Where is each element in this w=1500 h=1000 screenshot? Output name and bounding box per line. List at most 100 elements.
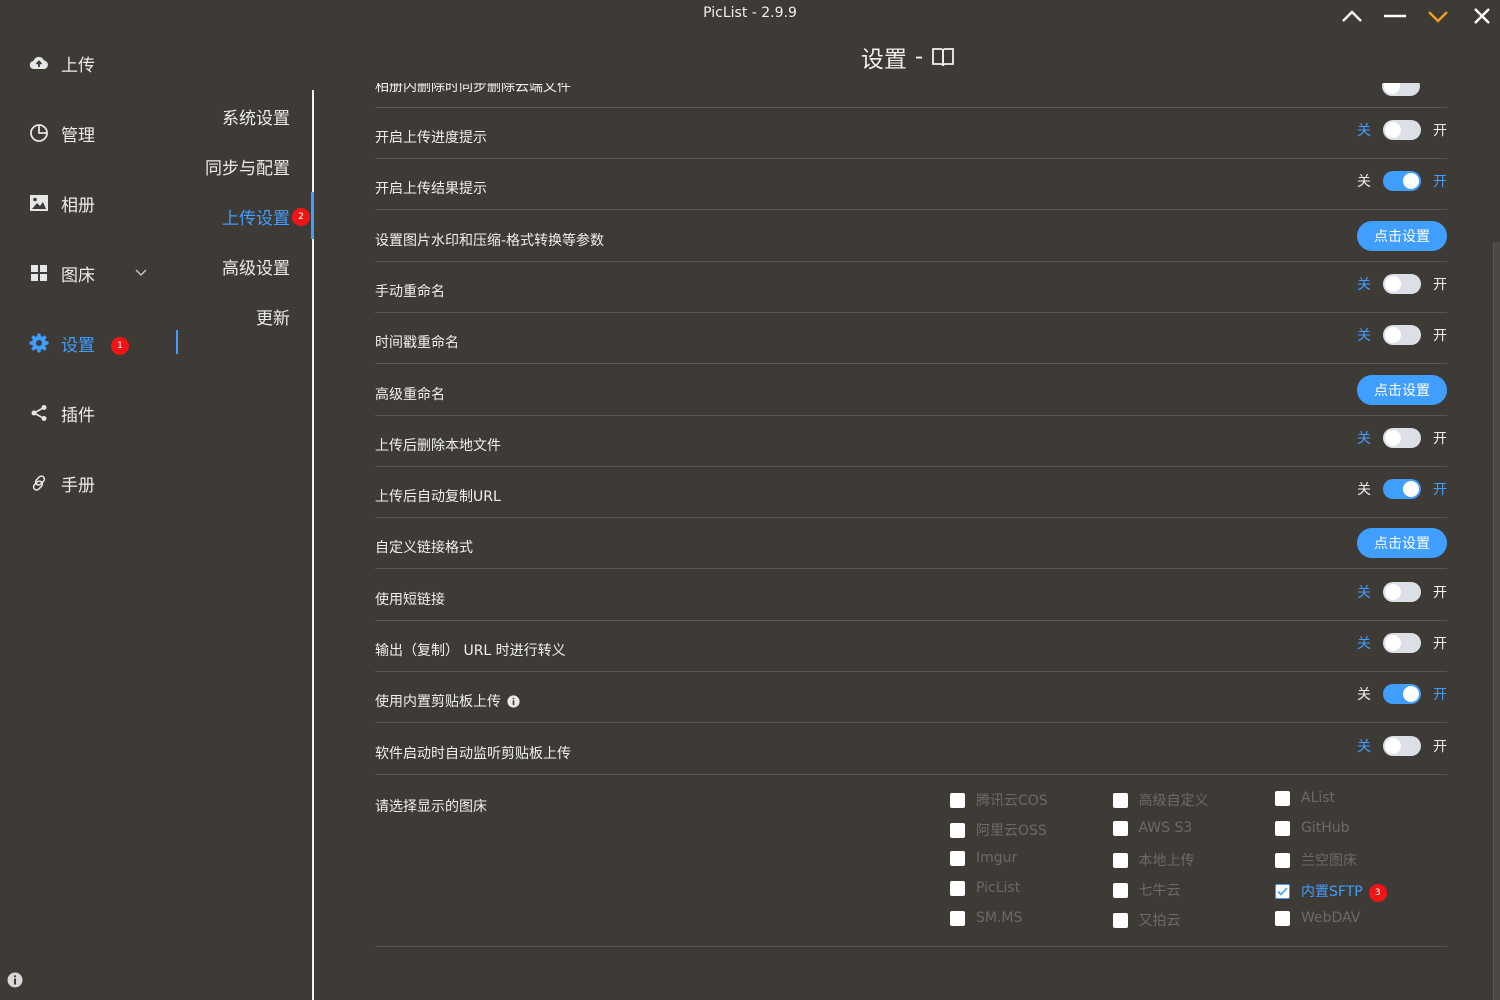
switch-off-label: 关 <box>1357 328 1371 345</box>
checkbox-label: 本地上传 <box>1138 853 1195 869</box>
toggle-knob <box>1385 429 1401 446</box>
toggle-switch[interactable] <box>1383 427 1421 448</box>
chevron-down-icon[interactable] <box>1425 4 1451 28</box>
sidebar-item-upload[interactable]: 上传 <box>28 45 173 81</box>
setting-label-text: 使用内置剪贴板上传 <box>375 694 501 711</box>
setting-label: 时间戳重命名 <box>375 332 459 352</box>
close-icon[interactable] <box>1469 4 1495 28</box>
checkbox-box[interactable] <box>1112 820 1128 836</box>
picbed-checkbox[interactable]: 兰空图床 <box>1275 850 1357 870</box>
switch-on-label: 开 <box>1433 482 1447 499</box>
picbed-checkbox[interactable]: AWS S3 <box>1112 820 1192 836</box>
sidebar-item-label: 相册 <box>61 195 95 216</box>
subnav-item-advanced[interactable]: 高级设置 <box>222 254 290 279</box>
picbed-checkbox[interactable]: Imgur <box>950 850 1017 866</box>
sidebar-item-plugins[interactable]: 插件 <box>28 395 173 431</box>
subnav-item-sync[interactable]: 同步与配置 <box>205 154 290 179</box>
click-settings-button[interactable]: 点击设置 <box>1357 528 1447 559</box>
toggle-switch[interactable] <box>1383 479 1421 500</box>
setting-label-text: 开启上传结果提示 <box>375 181 487 198</box>
page-title: 设置 - <box>316 40 1500 74</box>
sidebar: 上传 管理 相册 图床 设置 1 插件 手册 <box>0 30 180 1000</box>
settings-row: 时间戳重命名关开 <box>375 313 1447 365</box>
checkbox-box[interactable] <box>1275 790 1290 806</box>
checkbox-box[interactable] <box>1275 910 1290 926</box>
picbed-checkbox[interactable]: 七牛云 <box>1112 880 1181 900</box>
toggle-switch[interactable] <box>1383 171 1421 192</box>
switch-off-label: 关 <box>1357 482 1371 499</box>
picbed-checkbox[interactable]: PicList <box>950 880 1020 896</box>
setting-control: 关开 <box>1357 105 1447 155</box>
chevron-up-icon[interactable] <box>1339 4 1365 28</box>
share-icon <box>28 402 50 424</box>
book-icon[interactable] <box>931 46 955 68</box>
toggle-knob <box>1384 83 1400 94</box>
setting-control: 关开 <box>1357 156 1447 206</box>
subnav-item-update[interactable]: 更新 <box>256 304 290 329</box>
sidebar-item-manual[interactable]: 手册 <box>28 465 173 501</box>
toggle-switch[interactable] <box>1383 273 1421 294</box>
toggle-switch[interactable] <box>1383 684 1421 705</box>
checkbox-checked-icon[interactable] <box>1275 883 1290 899</box>
picbed-checkbox[interactable]: SM.MS <box>950 910 1022 926</box>
minimize-icon[interactable] <box>1382 4 1408 28</box>
toggle-switch[interactable] <box>1383 633 1421 653</box>
picbed-checkbox[interactable]: 又拍云 <box>1112 910 1181 930</box>
setting-control: 点击设置 <box>1357 211 1447 261</box>
checkbox-box[interactable] <box>1112 852 1128 868</box>
sidebar-item-manage[interactable]: 管理 <box>28 115 173 151</box>
toggle-switch[interactable] <box>1383 120 1421 140</box>
switch-on-label: 开 <box>1433 636 1447 652</box>
toggle-switch[interactable] <box>1383 325 1421 346</box>
checkbox-box[interactable] <box>1112 792 1128 808</box>
switch-on-label: 开 <box>1433 123 1447 139</box>
switch-on-label: 开 <box>1433 584 1447 601</box>
checkbox-box[interactable] <box>950 910 965 926</box>
picbed-checkbox[interactable]: AList <box>1275 790 1335 806</box>
sidebar-item-picbed[interactable]: 图床 <box>28 255 173 291</box>
checkbox-label: Imgur <box>976 850 1018 866</box>
setting-control: 点击设置 <box>1357 518 1447 568</box>
checkbox-box[interactable] <box>1112 912 1128 928</box>
subnav-item-upload[interactable]: 上传设置 2 <box>222 204 310 229</box>
sidebar-active-indicator <box>176 330 178 354</box>
chevron-down-icon[interactable] <box>135 269 147 277</box>
click-settings-button[interactable]: 点击设置 <box>1357 220 1447 251</box>
checkbox-box[interactable] <box>950 822 965 838</box>
picbed-checkbox[interactable]: 腾讯云COS <box>950 790 1048 810</box>
checkbox-box[interactable] <box>1275 820 1290 836</box>
info-icon[interactable] <box>7 972 23 992</box>
click-settings-button[interactable]: 点击设置 <box>1357 374 1447 405</box>
checkbox-box[interactable] <box>1275 852 1290 868</box>
scrollbar[interactable] <box>1493 242 1500 1000</box>
picbed-checkbox[interactable]: 阿里云OSS <box>950 820 1047 840</box>
sidebar-item-settings[interactable]: 设置 1 <box>28 325 173 361</box>
cloud-upload-icon <box>28 52 50 74</box>
checkbox-box[interactable] <box>950 850 965 866</box>
toggle-switch[interactable] <box>1383 581 1421 602</box>
notification-badge: 3 <box>1368 884 1387 902</box>
checkbox-label: PicList <box>976 880 1021 896</box>
toggle-switch[interactable] <box>1382 83 1420 96</box>
picbed-checkbox[interactable]: 本地上传 <box>1112 850 1195 870</box>
switch-on-label: 开 <box>1433 738 1447 755</box>
toggle-knob <box>1385 122 1401 138</box>
subnav-item-system[interactable]: 系统设置 <box>222 104 290 129</box>
switch-off-label: 关 <box>1357 123 1371 139</box>
toggle-knob <box>1385 737 1401 754</box>
checkbox-box[interactable] <box>1112 882 1128 898</box>
picbed-checkbox[interactable]: GitHub <box>1275 820 1350 836</box>
checkbox-label: WebDAV <box>1301 910 1361 926</box>
sidebar-item-gallery[interactable]: 相册 <box>28 185 173 221</box>
picbed-checkbox[interactable]: 高级自定义 <box>1112 790 1209 810</box>
picbed-checkbox[interactable]: WebDAV <box>1275 910 1360 926</box>
sidebar-item-label: 管理 <box>61 125 95 146</box>
setting-control: 关开 <box>1357 464 1447 514</box>
checkbox-box[interactable] <box>950 880 965 896</box>
info-icon[interactable] <box>507 695 520 708</box>
setting-label: 上传后自动复制URL <box>375 486 501 506</box>
toggle-switch[interactable] <box>1383 735 1421 756</box>
settings-row: 自定义链接格式 点击设置 <box>375 518 1447 570</box>
checkbox-box[interactable] <box>950 792 965 808</box>
picbed-checkbox[interactable]: 内置SFTP 3 <box>1275 880 1387 902</box>
